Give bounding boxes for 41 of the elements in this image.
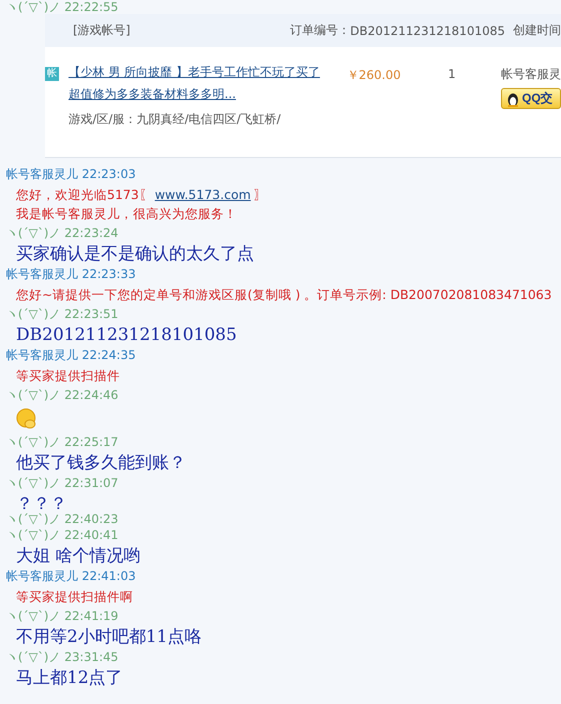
sender-line: 帐号客服灵儿 22:24:35 [5, 347, 137, 364]
listing-title-link[interactable]: 【少林 男 所向披靡 】老手号工作忙不玩了买了超值修为多多装备材料多多明... [68, 61, 329, 105]
column-header: [游戏帐号] [73, 22, 132, 39]
buyer-message: 买家确认是不是确认的太久了点 [15, 244, 255, 264]
agent-message: 等买家提供扫描件 [15, 367, 121, 385]
emoticon-icon [16, 408, 38, 430]
sender-line: ヽ(ˊ▽ˋ)ノ 22:25:17 [5, 434, 120, 451]
price-text: ￥260.00 [346, 67, 402, 84]
sender-line: ヽ(ˊ▽ˋ)ノ 23:31:45 [5, 649, 120, 666]
sender-line: ヽ(ˊ▽ˋ)ノ 22:40:23 [5, 514, 120, 525]
column-header: 订单编号： [289, 22, 350, 39]
sender-line: ヽ(ˊ▽ˋ)ノ 22:41:19 [5, 608, 120, 625]
sender-line: 帐号客服灵儿 22:23:33 [5, 266, 137, 283]
website-link[interactable]: www.5173.com [154, 187, 251, 202]
sender-line: 帐号客服灵儿 22:23:03 [5, 166, 137, 183]
sender-line: ヽ(ˊ▽ˋ)ノ 22:31:07 [5, 475, 120, 492]
agent-name: 帐号客服灵 [501, 66, 561, 82]
penguin-icon [506, 90, 520, 106]
account-badge-icon: 帐 [45, 67, 58, 81]
order-number: DB201211231218101085 [350, 24, 505, 38]
buyer-message: 马上都12点了 [15, 668, 124, 688]
sender-line: ヽ(ˊ▽ˋ)ノ 22:22:55 [5, 0, 120, 16]
column-header: 创建时间 [513, 22, 561, 39]
buyer-message: 大姐 啥个情况哟 [15, 546, 142, 566]
buyer-message: ？？？ [15, 494, 68, 514]
agent-message: 您好，欢迎光临5173〖 [16, 187, 152, 202]
sender-line: ヽ(ˊ▽ˋ)ノ 22:40:41 [5, 527, 120, 544]
buyer-message: 他买了钱多久能到账？ [15, 453, 187, 473]
game-server-text: 游戏/区/服：九阴真经/电信四区/飞虹桥/ [68, 111, 282, 128]
sender-line: ヽ(ˊ▽ˋ)ノ 22:24:46 [5, 387, 120, 404]
agent-message: 等买家提供扫描件啊 [15, 588, 134, 606]
sender-line: ヽ(ˊ▽ˋ)ノ 22:23:24 [5, 225, 120, 242]
agent-message: 〗 [254, 187, 267, 202]
qq-chat-button[interactable]: QQ交 [501, 88, 561, 109]
buyer-message: 不用等2小时吧都11点咯 [15, 627, 202, 647]
sender-line: ヽ(ˊ▽ˋ)ノ 22:23:51 [5, 306, 120, 323]
agent-message: 您好~请提供一下您的定单号和游戏区服(复制哦 ) 。订单号示例: DB200702081083471063 [15, 286, 553, 304]
agent-message: 我是帐号客服灵儿，很高兴为您服务！ [15, 205, 238, 223]
quantity-text: 1 [448, 66, 457, 83]
sender-line: 帐号客服灵儿 22:41:03 [5, 568, 137, 585]
buyer-message: DB201211231218101085 [15, 325, 238, 345]
